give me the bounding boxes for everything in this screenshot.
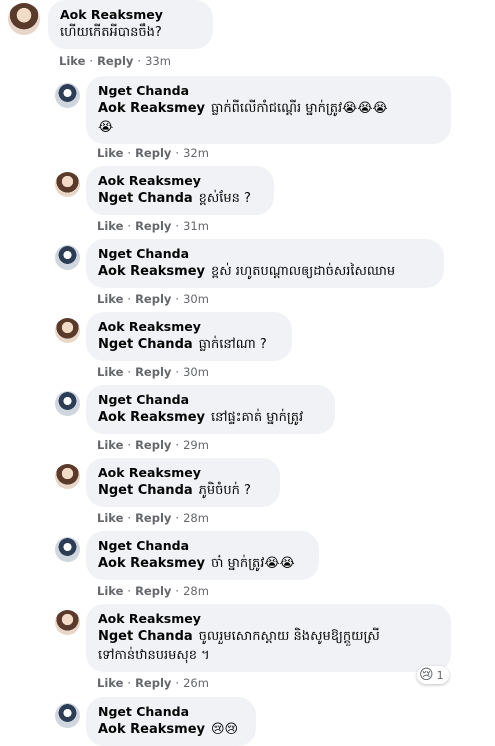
comment-bubble: Aok Reaksmey Nget Chanda ធ្លាក់នៅណា ? — [86, 312, 292, 361]
timestamp[interactable]: 33m — [145, 54, 171, 68]
avatar[interactable] — [55, 83, 80, 108]
comment-author[interactable]: Aok Reaksmey — [98, 465, 268, 481]
comment-bubble: Nget Chanda Aok Reaksmey 😢😢 — [86, 697, 256, 746]
comment-bubble: Nget Chanda Aok Reaksmey ខ្ពស់ រហូតបណ្តាល… — [86, 239, 444, 288]
comment-author[interactable]: Aok Reaksmey — [98, 319, 280, 335]
comment-author[interactable]: Aok Reaksmey — [60, 7, 201, 23]
comment-text-line2: 😭 — [98, 120, 114, 135]
mention-link[interactable]: Aok Reaksmey — [98, 264, 205, 279]
comment-text: ធ្លាក់នៅណា ? — [198, 337, 267, 352]
comment-text: ខ្ពស់ រហូតបណ្តាលឲ្យដាច់សរសៃឈាម — [210, 264, 396, 279]
comment-bubble: Nget Chanda Aok Reaksmey នៅផ្ទះគាត់ ម្នាក… — [86, 385, 335, 434]
comment-bubble: Nget Chanda Aok Reaksmey ធ្លាក់ពីលើកាំជណ្… — [86, 76, 451, 144]
timestamp[interactable]: 30m — [183, 292, 209, 306]
reply-button[interactable]: Reply — [135, 219, 171, 233]
mention-link[interactable]: Aok Reaksmey — [98, 410, 205, 425]
comment-actions: Like · Reply · 28m — [97, 511, 209, 525]
reply-button[interactable]: Reply — [135, 292, 171, 306]
comment-author[interactable]: Nget Chanda — [98, 392, 323, 408]
reply-button[interactable]: Reply — [135, 511, 171, 525]
comment-actions: Like · Reply · 31m — [97, 219, 209, 233]
comment-actions: Like · Reply · 32m — [97, 146, 209, 160]
sad-reaction-icon: 😢 — [419, 667, 434, 683]
like-button[interactable]: Like — [97, 146, 123, 160]
mention-link[interactable]: Aok Reaksmey — [98, 556, 205, 571]
reply-button[interactable]: Reply — [97, 54, 133, 68]
timestamp[interactable]: 28m — [183, 584, 209, 598]
comment-text-line2: ទៅកាន់ឋានបរមសុខ ។ — [98, 648, 210, 663]
timestamp[interactable]: 28m — [183, 511, 209, 525]
comment-bubble: Aok Reaksmey ហើយកើតអីបានចឹង? — [48, 0, 213, 49]
comment-text: ចា៎ ម្នាក់ត្រូវ😭😭 — [210, 556, 295, 571]
mention-link[interactable]: Nget Chanda — [98, 191, 193, 206]
avatar[interactable] — [55, 245, 80, 270]
mention-link[interactable]: Nget Chanda — [98, 337, 193, 352]
reply-button[interactable]: Reply — [135, 146, 171, 160]
avatar[interactable] — [55, 703, 80, 728]
comment-actions: Like · Reply · 30m — [97, 365, 209, 379]
comment-author[interactable]: Aok Reaksmey — [98, 611, 439, 627]
comment-text: នៅផ្ទះគាត់ ម្នាក់ត្រូវ — [210, 410, 304, 425]
comment-actions: Like · Reply · 33m — [59, 54, 171, 68]
reply-button[interactable]: Reply — [135, 584, 171, 598]
like-button[interactable]: Like — [97, 438, 123, 452]
timestamp[interactable]: 30m — [183, 365, 209, 379]
timestamp[interactable]: 31m — [183, 219, 209, 233]
mention-link[interactable]: Aok Reaksmey — [98, 722, 205, 737]
comment-author[interactable]: Nget Chanda — [98, 704, 244, 720]
like-button[interactable]: Like — [97, 511, 123, 525]
like-button[interactable]: Like — [97, 365, 123, 379]
comment-text: ខ្ពស់មែន ? — [198, 191, 251, 206]
like-button[interactable]: Like — [97, 219, 123, 233]
comment-bubble: Aok Reaksmey Nget Chanda ចូលរួមសោកស្តាយ ន… — [86, 604, 451, 672]
like-button[interactable]: Like — [97, 676, 123, 690]
comment-bubble: Aok Reaksmey Nget Chanda ខ្ពស់មែន ? — [86, 166, 274, 215]
comment-author[interactable]: Aok Reaksmey — [98, 173, 262, 189]
comment-text: ចូលរួមសោកស្តាយ និងសូមឱ្យក្តួយស្រី — [198, 629, 380, 644]
reaction-badge[interactable]: 😢 1 — [417, 666, 449, 684]
mention-link[interactable]: Nget Chanda — [98, 629, 193, 644]
comment-author[interactable]: Nget Chanda — [98, 538, 307, 554]
timestamp[interactable]: 26m — [183, 676, 209, 690]
reply-button[interactable]: Reply — [135, 676, 171, 690]
avatar[interactable] — [55, 318, 80, 343]
avatar[interactable] — [55, 464, 80, 489]
mention-link[interactable]: Aok Reaksmey — [98, 101, 205, 116]
comment-actions: Like · Reply · 29m — [97, 438, 209, 452]
avatar[interactable] — [55, 172, 80, 197]
avatar[interactable] — [8, 3, 40, 35]
comment-author[interactable]: Nget Chanda — [98, 83, 439, 99]
timestamp[interactable]: 32m — [183, 146, 209, 160]
avatar[interactable] — [55, 610, 80, 635]
reply-button[interactable]: Reply — [135, 438, 171, 452]
comment-actions: Like · Reply · 26m — [97, 676, 209, 690]
comment-bubble: Aok Reaksmey Nget Chanda ភូមិចំបក់ ? — [86, 458, 280, 507]
comment-text: ធ្លាក់ពីលើកាំជណ្ដើរ ម្នាក់ត្រូវ😭😭😭 — [210, 101, 388, 116]
like-button[interactable]: Like — [59, 54, 85, 68]
like-button[interactable]: Like — [97, 584, 123, 598]
reply-button[interactable]: Reply — [135, 365, 171, 379]
comment-author[interactable]: Nget Chanda — [98, 246, 432, 262]
like-button[interactable]: Like — [97, 292, 123, 306]
comment-actions: Like · Reply · 28m — [97, 584, 209, 598]
comment-text: ហើយកើតអីបានចឹង? — [60, 25, 162, 40]
reaction-count: 1 — [436, 668, 444, 682]
mention-link[interactable]: Nget Chanda — [98, 483, 193, 498]
comment-text: ភូមិចំបក់ ? — [198, 483, 251, 498]
avatar[interactable] — [55, 537, 80, 562]
comment-bubble: Nget Chanda Aok Reaksmey ចា៎ ម្នាក់ត្រូវ😭… — [86, 531, 319, 580]
timestamp[interactable]: 29m — [183, 438, 209, 452]
avatar[interactable] — [55, 391, 80, 416]
comment-actions: Like · Reply · 30m — [97, 292, 209, 306]
comment-text: 😢😢 — [210, 722, 239, 737]
